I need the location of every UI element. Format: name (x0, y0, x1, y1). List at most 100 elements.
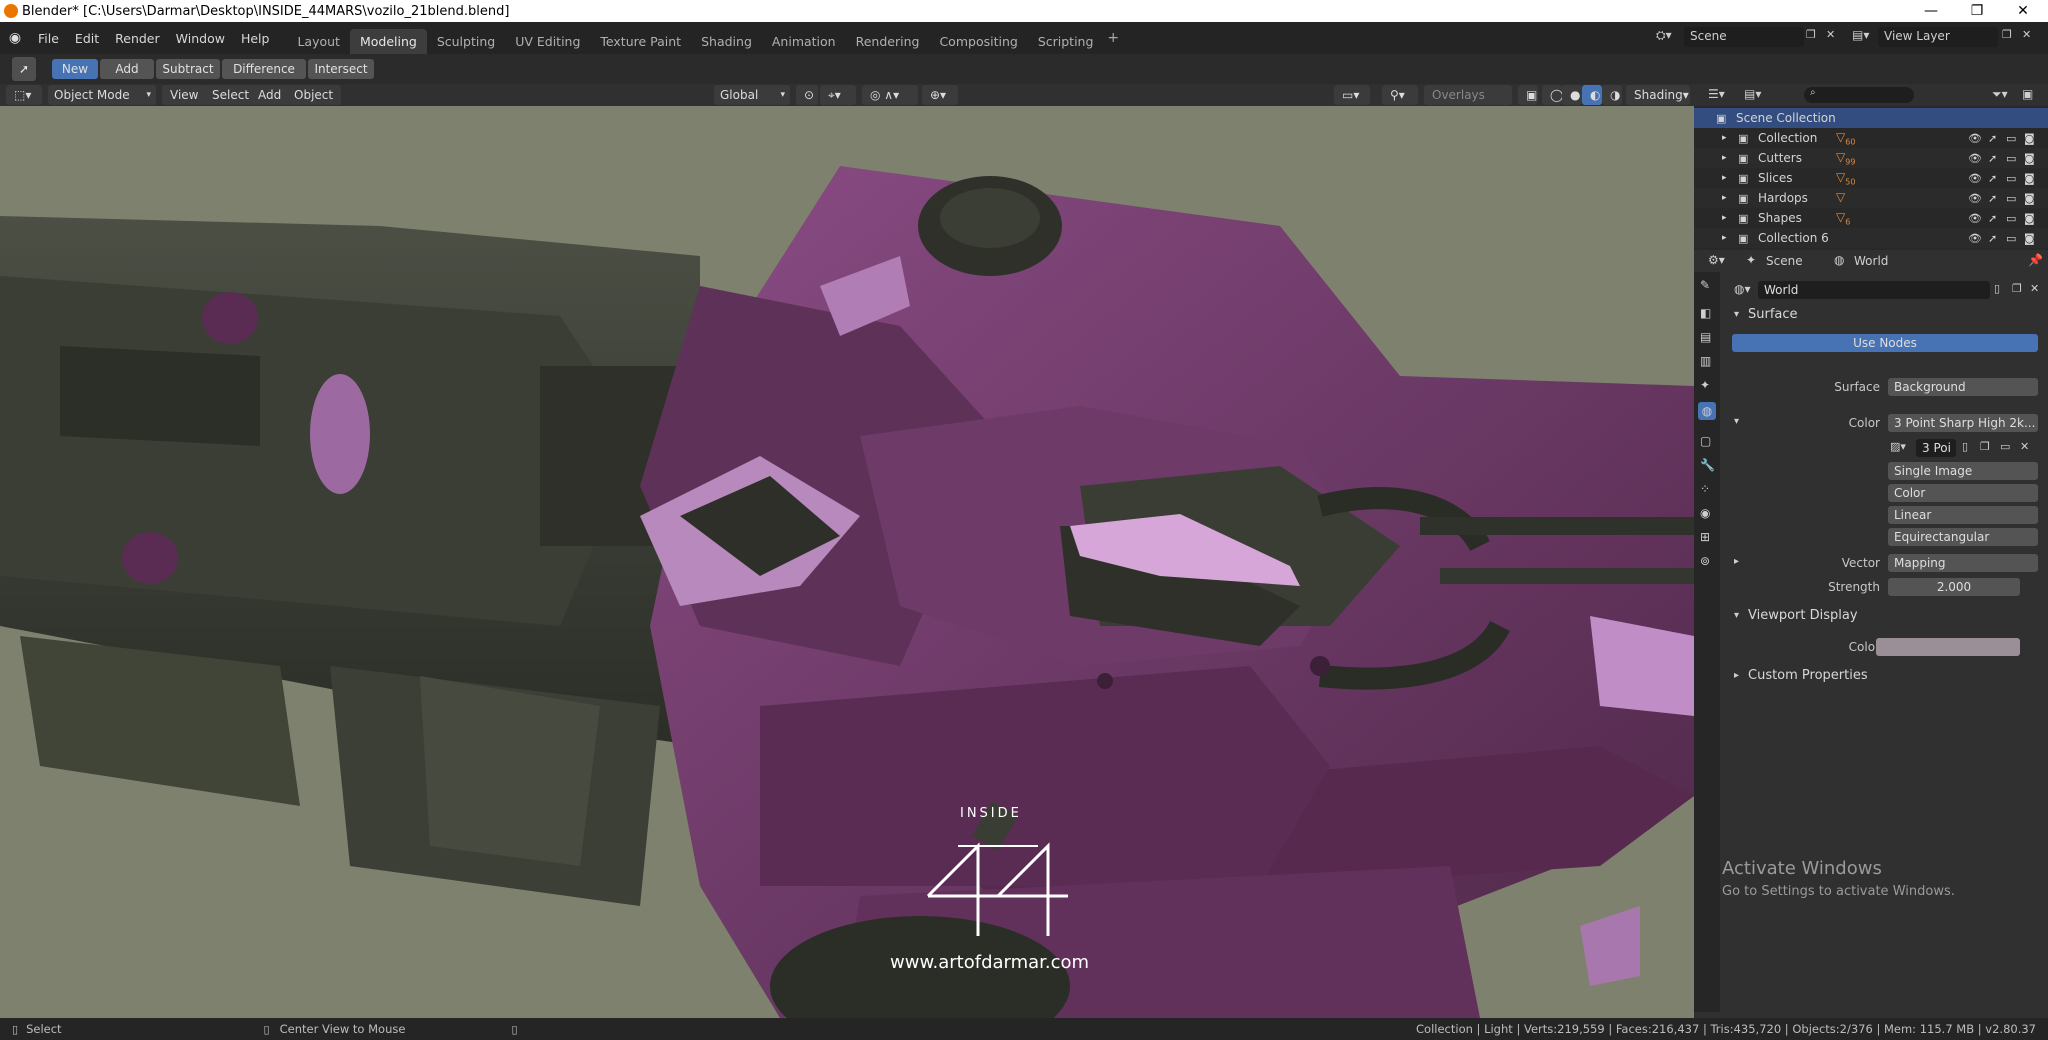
outliner-root-row[interactable]: ▣ Scene Collection (1694, 108, 2048, 128)
overlays-button[interactable]: Overlays (1424, 85, 1512, 105)
rendered-shading-icon[interactable]: ◑ (1602, 85, 1622, 105)
snap-icon[interactable]: ⌖▾ (820, 85, 856, 105)
new-button[interactable]: New (52, 59, 98, 79)
selectable-arrow-icon[interactable]: ➚ (1988, 172, 1997, 185)
blender-menu-icon[interactable]: ◉ (0, 30, 30, 46)
scene-copy-icon[interactable]: ❐ (1806, 28, 1816, 41)
viewport-disable-icon[interactable]: ▭ (2006, 232, 2016, 245)
expand-arrow-icon[interactable]: ▸ (1722, 233, 1727, 243)
color-texture-field[interactable]: 3 Point Sharp High 2k... (1888, 414, 2038, 432)
visibility-icon[interactable]: ▭▾ (1334, 85, 1370, 105)
tab-animation[interactable]: Animation (762, 29, 846, 54)
selectable-arrow-icon[interactable]: ➚ (1988, 152, 1997, 165)
menu-render[interactable]: Render (107, 31, 168, 46)
data-tab-icon[interactable]: ⊚ (1700, 554, 1710, 568)
add-button[interactable]: Add (100, 59, 154, 79)
color-expand-icon[interactable]: ▾ (1734, 416, 1739, 427)
outliner-item-collection-6[interactable]: ▸ ▣ Collection 6 👁 ➚ ▭ ◙ (1694, 228, 2048, 248)
world-unlink-icon[interactable]: ✕ (2030, 282, 2039, 295)
orientation-dropdown[interactable]: Global ▾ (714, 85, 790, 105)
menu-help[interactable]: Help (233, 31, 278, 46)
add-workspace-icon[interactable]: + (1107, 30, 1119, 46)
outliner-search-input[interactable]: ⌕ (1804, 87, 1914, 103)
tab-shading[interactable]: Shading (691, 29, 762, 54)
viewport-disable-icon[interactable]: ▭ (2006, 212, 2016, 225)
strength-field[interactable]: 2.000 (1888, 578, 2020, 596)
xray-icon[interactable]: ▣ (1518, 85, 1538, 105)
tab-texture-paint[interactable]: Texture Paint (590, 29, 691, 54)
surface-section-header[interactable]: Surface (1748, 307, 1798, 322)
menu-window[interactable]: Window (168, 31, 233, 46)
custom-properties-expand-icon[interactable]: ▸ (1734, 670, 1739, 681)
tab-compositing[interactable]: Compositing (929, 29, 1027, 54)
viewport-display-header[interactable]: Viewport Display (1748, 608, 1858, 623)
expand-arrow-icon[interactable]: ▸ (1722, 133, 1727, 143)
render-disable-icon[interactable]: ◙ (2024, 132, 2035, 145)
view-layer-tab-icon[interactable]: ▥ (1700, 354, 1711, 368)
object-mode-dropdown[interactable]: Object Mode ▾ (48, 85, 156, 105)
render-disable-icon[interactable]: ◙ (2024, 232, 2035, 245)
viewport-disable-icon[interactable]: ▭ (2006, 172, 2016, 185)
tab-scripting[interactable]: Scripting (1028, 29, 1104, 54)
world-copy-icon[interactable]: ❐ (2012, 282, 2022, 295)
gizmos-toggle-icon[interactable]: ⚲▾ (1382, 85, 1418, 105)
selectable-arrow-icon[interactable]: ➚ (1988, 232, 1997, 245)
menu-edit[interactable]: Edit (67, 31, 107, 46)
interpolation-dropdown[interactable]: Linear (1888, 506, 2038, 524)
shading-dropdown[interactable]: Shading ▾ (1626, 85, 1690, 105)
outliner-item-collection[interactable]: ▸ ▣ Collection ▽60 👁 ➚ ▭ ◙ (1694, 128, 2048, 148)
object-tab-icon[interactable]: ▢ (1700, 434, 1711, 448)
selectable-arrow-icon[interactable]: ➚ (1988, 212, 1997, 225)
properties-editor-icon[interactable]: ⚙▾ (1708, 253, 1725, 267)
tab-sculpting[interactable]: Sculpting (427, 29, 505, 54)
menu-file[interactable]: File (30, 31, 67, 46)
colorspace-dropdown[interactable]: Color (1888, 484, 2038, 502)
modifier-tab-icon[interactable]: 🔧 (1700, 458, 1715, 472)
outliner-item-hardops[interactable]: ▸ ▣ Hardops ▽ 👁 ➚ ▭ ◙ (1694, 188, 2048, 208)
add-menu[interactable]: Add (250, 85, 290, 105)
visibility-eye-icon[interactable]: 👁 (1968, 132, 1982, 145)
select-tool-icon[interactable]: ➚ (12, 57, 36, 81)
difference-button[interactable]: Difference (222, 59, 306, 79)
visibility-eye-icon[interactable]: 👁 (1968, 192, 1982, 205)
tab-rendering[interactable]: Rendering (846, 29, 930, 54)
vector-value-field[interactable]: Mapping (1888, 554, 2038, 572)
viewport-disable-icon[interactable]: ▭ (2006, 132, 2016, 145)
expand-arrow-icon[interactable]: ▸ (1722, 193, 1727, 203)
physics-tab-icon[interactable]: ◉ (1700, 506, 1710, 520)
visibility-eye-icon[interactable]: 👁 (1968, 152, 1982, 165)
scene-tab-icon[interactable]: ✦ (1700, 378, 1710, 392)
outliner-item-slices[interactable]: ▸ ▣ Slices ▽50 👁 ➚ ▭ ◙ (1694, 168, 2048, 188)
viewport-display-expand-icon[interactable]: ▾ (1734, 610, 1739, 621)
scene-field[interactable]: Scene (1684, 27, 1804, 47)
view-layer-remove-icon[interactable]: ✕ (2022, 28, 2031, 41)
render-disable-icon[interactable]: ◙ (2024, 172, 2035, 185)
render-disable-icon[interactable]: ◙ (2024, 192, 2035, 205)
pin-icon[interactable]: 📌 (2028, 253, 2043, 267)
render-disable-icon[interactable]: ◙ (2024, 212, 2035, 225)
world-fake-user-icon[interactable]: ▯ (1994, 282, 2000, 295)
gizmo-icon[interactable]: ⊕▾ (922, 85, 958, 105)
world-datablock-icon[interactable]: ◍▾ (1734, 282, 1751, 296)
vector-expand-icon[interactable]: ▸ (1734, 556, 1739, 567)
image-fake-user-icon[interactable]: ▯ (1962, 440, 1968, 453)
scene-browse-icon[interactable]: ⛭▾ (1656, 28, 1672, 43)
display-mode-icon[interactable]: ▤▾ (1744, 87, 1761, 101)
render-disable-icon[interactable]: ◙ (2024, 152, 2035, 165)
image-browse-icon[interactable]: ▨▾ (1890, 440, 1906, 453)
vd-color-swatch[interactable] (1876, 638, 2020, 656)
filter-icon[interactable]: ⏷▾ (1992, 87, 2008, 102)
close-icon[interactable]: ✕ (2000, 0, 2046, 22)
render-tab-icon[interactable]: ◧ (1700, 306, 1711, 320)
minimize-icon[interactable]: — (1908, 0, 1954, 22)
custom-properties-header[interactable]: Custom Properties (1748, 668, 1868, 683)
viewport-disable-icon[interactable]: ▭ (2006, 192, 2016, 205)
object-menu[interactable]: Object (286, 85, 342, 105)
world-name-field[interactable]: World (1758, 281, 1990, 299)
image-unlink-icon[interactable]: ✕ (2020, 440, 2029, 453)
image-copy-icon[interactable]: ❐ (1980, 440, 1990, 453)
solid-shading-icon[interactable]: ● (1562, 85, 1582, 105)
viewport-disable-icon[interactable]: ▭ (2006, 152, 2016, 165)
selectable-arrow-icon[interactable]: ➚ (1988, 192, 1997, 205)
projection-dropdown[interactable]: Equirectangular (1888, 528, 2038, 546)
